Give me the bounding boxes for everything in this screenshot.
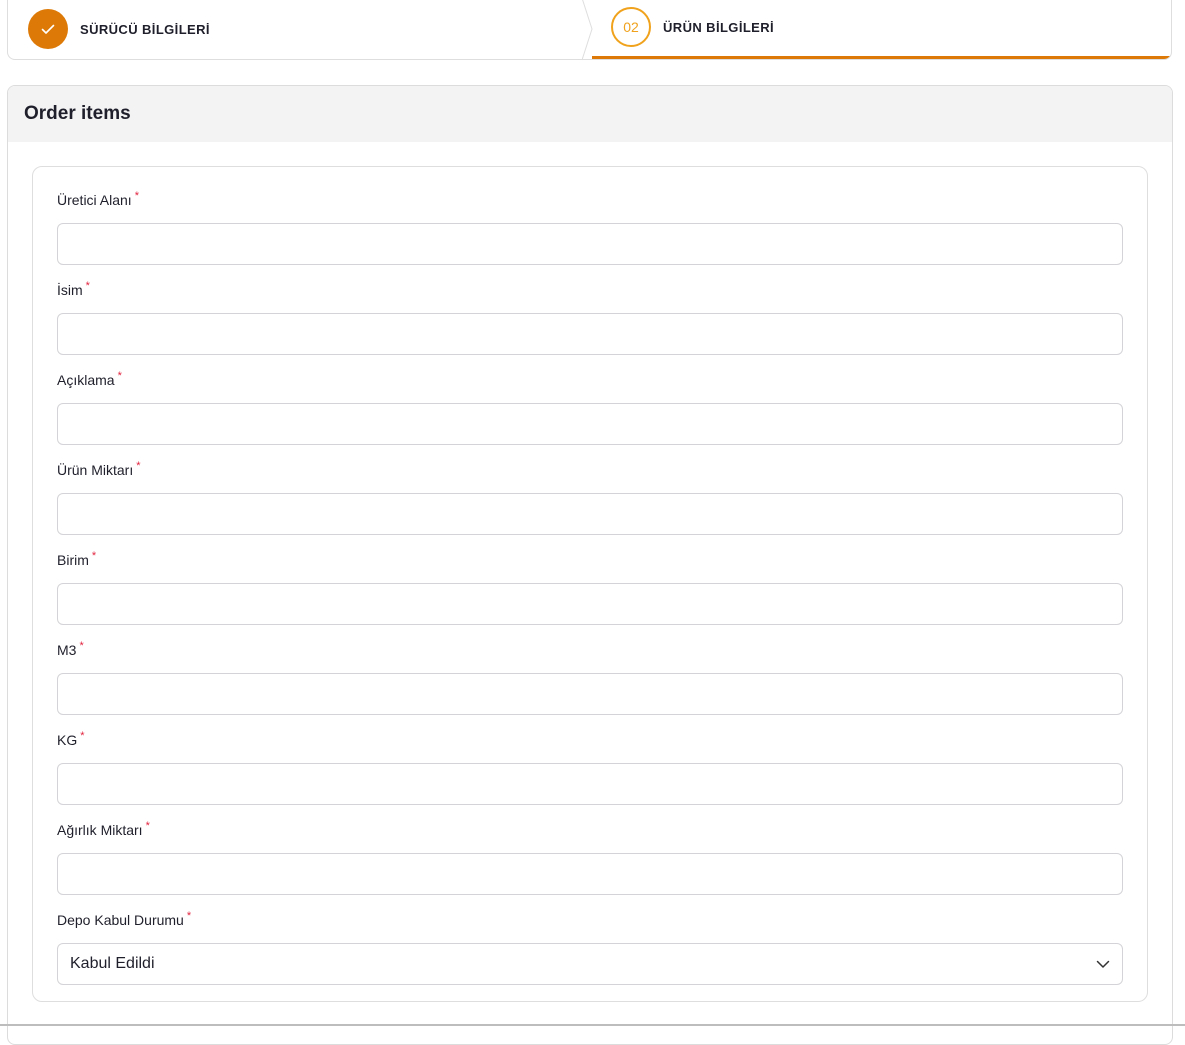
- required-mark: *: [117, 370, 122, 382]
- required-mark: *: [85, 280, 90, 292]
- warehouse-acceptance-select[interactable]: Kabul Edildi: [57, 943, 1123, 985]
- field-label: Depo Kabul Durumu *: [57, 910, 192, 928]
- stepper: SÜRÜCÜ BİLGİLERİ 02 ÜRÜN BİLGİLERİ: [7, 0, 1172, 60]
- kg-field: KG *: [57, 730, 1123, 805]
- check-icon: [41, 24, 55, 34]
- step-label-driver-info: SÜRÜCÜ BİLGİLERİ: [80, 21, 210, 37]
- required-mark: *: [79, 640, 84, 652]
- name-input[interactable]: [57, 313, 1123, 355]
- order-item-form: Üretici Alanı * İsim * Açıklama * Ürün Mikt…: [32, 166, 1148, 1002]
- weight-quantity-input[interactable]: [57, 853, 1123, 895]
- field-label: KG *: [57, 730, 85, 748]
- field-label: Ağırlık Miktarı *: [57, 820, 150, 838]
- select-value: Kabul Edildi: [70, 955, 155, 972]
- required-mark: *: [91, 550, 97, 562]
- step-number-badge: 02: [611, 7, 651, 47]
- step-label-product-info: ÜRÜN BİLGİLERİ: [663, 19, 775, 35]
- m3-field: M3 *: [57, 640, 1123, 715]
- field-label: M3 *: [57, 640, 84, 658]
- unit-input[interactable]: [57, 583, 1123, 625]
- weight-quantity-field: Ağırlık Miktarı *: [57, 820, 1123, 895]
- card-header: Order items: [8, 86, 1172, 142]
- unit-field: Birim *: [57, 550, 1123, 625]
- required-mark: *: [186, 910, 192, 922]
- field-label: Açıklama *: [57, 370, 122, 388]
- step-driver-info[interactable]: SÜRÜCÜ BİLGİLERİ: [8, 0, 592, 59]
- required-mark: *: [80, 730, 85, 742]
- kg-input[interactable]: [57, 763, 1123, 805]
- field-label: Birim *: [57, 550, 97, 568]
- field-label: İsim *: [57, 280, 90, 298]
- product-quantity-input[interactable]: [57, 493, 1123, 535]
- required-mark: *: [136, 460, 141, 472]
- order-items-card: Order items Üretici Alanı * İsim * Açıklam…: [7, 85, 1173, 1045]
- warehouse-acceptance-field: Depo Kabul Durumu * Kabul Edildi: [57, 910, 1123, 985]
- m3-input[interactable]: [57, 673, 1123, 715]
- manufacturer-field: Üretici Alanı *: [57, 190, 1123, 265]
- field-label: Ürün Miktarı *: [57, 460, 141, 478]
- step-completed-badge: [28, 9, 68, 49]
- description-input[interactable]: [57, 403, 1123, 445]
- required-mark: *: [134, 190, 139, 202]
- description-field: Açıklama *: [57, 370, 1123, 445]
- card-title: Order items: [24, 103, 131, 124]
- field-label: Üretici Alanı *: [57, 190, 139, 208]
- name-field: İsim *: [57, 280, 1123, 355]
- required-mark: *: [145, 820, 150, 832]
- manufacturer-input[interactable]: [57, 223, 1123, 265]
- chevron-down-icon: [1096, 960, 1110, 969]
- product-quantity-field: Ürün Miktarı *: [57, 460, 1123, 535]
- step-product-info[interactable]: 02 ÜRÜN BİLGİLERİ: [592, 0, 1171, 59]
